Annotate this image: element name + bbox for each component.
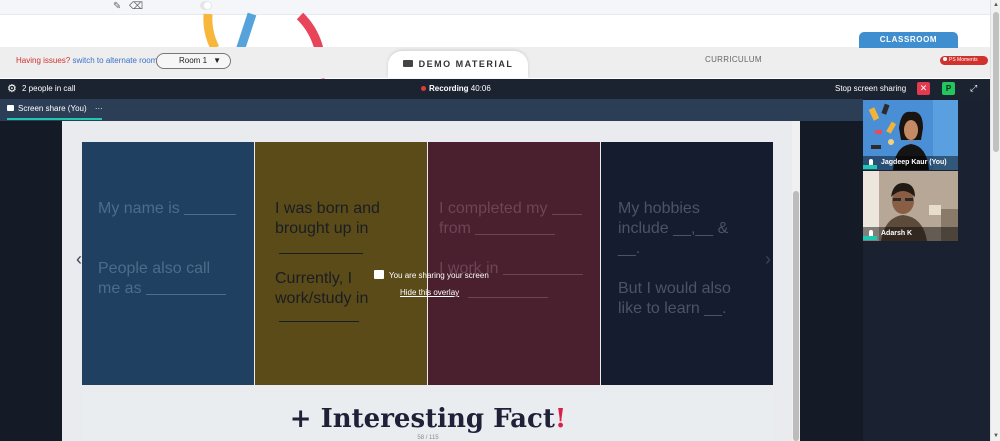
card3-text2: from	[439, 220, 471, 237]
slide-card-name: My name is People also call me as	[82, 142, 254, 385]
fact-title-bang: !	[554, 404, 567, 434]
participant-label: Jagdeep Kaur (You)	[863, 156, 958, 170]
share-header	[0, 99, 863, 121]
p-button[interactable]: P	[942, 82, 955, 95]
recording-time: 40:06	[470, 84, 491, 93]
card4-line5: like to learn __.	[618, 300, 727, 317]
scroll-down-icon[interactable]: ▼	[993, 433, 999, 439]
card3-blank1	[551, 214, 582, 215]
tab-active-underline	[7, 118, 102, 120]
card2-line3: Currently, I	[275, 270, 353, 287]
participant-label: Adarsh K	[863, 227, 958, 241]
sharing-overlay-text: You are sharing your screen	[389, 271, 489, 280]
fact-title-text: + Interesting Fact	[289, 404, 555, 434]
people-count: 2 people in call	[22, 84, 76, 93]
room-select-value: Room 1	[179, 56, 208, 65]
card3-text1: I completed my	[439, 200, 548, 217]
tab-demo-material[interactable]: DEMO MATERIAL	[388, 51, 528, 78]
card3-blank3	[503, 274, 584, 275]
issues-notice: Having issues? switch to alternate room	[16, 56, 157, 65]
tab-screen-share[interactable]: Screen share (You) ···	[7, 104, 103, 113]
card1-line3: me as	[98, 279, 227, 299]
screen-share-icon	[374, 270, 384, 279]
audio-level-bar	[863, 165, 877, 169]
card2-line2: brought up in	[275, 220, 369, 237]
card3-blank2	[475, 234, 556, 235]
ps-moments-button[interactable]: PS Moments	[940, 56, 988, 65]
card2-blank1	[279, 253, 363, 254]
card1-blank2	[146, 294, 227, 295]
share-tab-label: Screen share (You)	[18, 104, 87, 113]
next-slide-chevron-icon[interactable]: ›	[765, 249, 771, 270]
caret-down-icon: ▼	[213, 56, 221, 65]
card3-line2: from	[439, 219, 556, 239]
record-dot-icon	[943, 57, 947, 61]
prev-slide-chevron-icon[interactable]: ‹	[76, 249, 82, 270]
ps-moments-label: PS Moments	[949, 57, 978, 63]
hide-overlay-link[interactable]: Hide this overlay	[400, 288, 459, 297]
slide-scrollbar-thumb[interactable]	[793, 191, 799, 441]
whiteboard-toolbar	[0, 0, 990, 15]
card2-line4: work/study in	[275, 290, 369, 307]
card3-line1: I completed my	[439, 199, 582, 219]
participant-name: Jagdeep Kaur (You)	[881, 159, 947, 166]
card3-blank4	[468, 297, 548, 298]
card4-line4: But I would also	[618, 280, 731, 297]
card1-text3: me as	[98, 280, 142, 297]
page-scrollbar[interactable]: ▲ ▼	[990, 0, 1000, 441]
expand-icon[interactable]: ⤢	[970, 83, 977, 94]
room-select[interactable]: Room 1 ▼	[156, 53, 231, 69]
recording-dot-icon	[421, 86, 426, 91]
folder-icon	[402, 60, 413, 67]
card4-line1: My hobbies	[618, 200, 700, 217]
slide-scrollbar[interactable]	[792, 121, 800, 441]
slide-page-number: 58 / 115	[417, 435, 439, 441]
card4-line2: include __,__ &	[618, 220, 729, 237]
stop-screen-sharing-label: Stop screen sharing	[835, 84, 907, 93]
eraser-icon[interactable]: ⌫	[129, 1, 143, 13]
recording-label: Recording	[429, 84, 469, 93]
card1-line2: People also call	[98, 260, 211, 277]
card1-line1: My name is	[98, 199, 237, 219]
participant-tile[interactable]: Adarsh K	[863, 171, 958, 241]
scroll-up-icon[interactable]: ▲	[993, 2, 999, 8]
participant-tile[interactable]: Jagdeep Kaur (You)	[863, 100, 958, 170]
call-bar: ⚙ 2 people in call Recording 40:06 Stop …	[0, 79, 990, 99]
card2-line1: I was born and	[275, 200, 380, 217]
page-scrollbar-thumb[interactable]	[993, 12, 999, 152]
card4-line3: __.	[618, 240, 641, 257]
participant-name: Adarsh K	[881, 230, 913, 237]
card1-text1: My name is	[98, 200, 180, 217]
interesting-fact-title: + Interesting Fact!	[82, 404, 774, 434]
screen: ✎ ⌫ Having issues? switch to alternate r…	[0, 0, 1000, 441]
slide-card-origin: I was born and brought up in Currently, …	[255, 142, 427, 385]
stop-sharing-close-icon[interactable]: ✕	[917, 82, 930, 95]
share-tab-menu-icon[interactable]: ···	[95, 104, 103, 113]
recording-indicator: Recording 40:06	[421, 84, 491, 93]
card1-blank1	[184, 214, 237, 215]
issues-text: Having issues?	[16, 56, 71, 65]
monitor-icon	[7, 105, 14, 111]
card2-blank2	[279, 321, 359, 322]
alternate-room-link[interactable]: switch to alternate room	[72, 56, 157, 65]
audio-level-bar	[863, 236, 877, 240]
tab-curriculum[interactable]: CURRICULUM	[705, 55, 762, 64]
gear-icon[interactable]: ⚙	[7, 83, 17, 95]
tab-demo-material-label: DEMO MATERIAL	[418, 59, 514, 69]
pencil-icon[interactable]: ✎	[113, 1, 121, 13]
tab-classroom[interactable]: CLASSROOM	[859, 32, 958, 48]
slide-card-hobbies: My hobbies include __,__ & __. But I wou…	[601, 142, 773, 385]
slide-card-education: I completed my from I work in	[428, 142, 600, 385]
